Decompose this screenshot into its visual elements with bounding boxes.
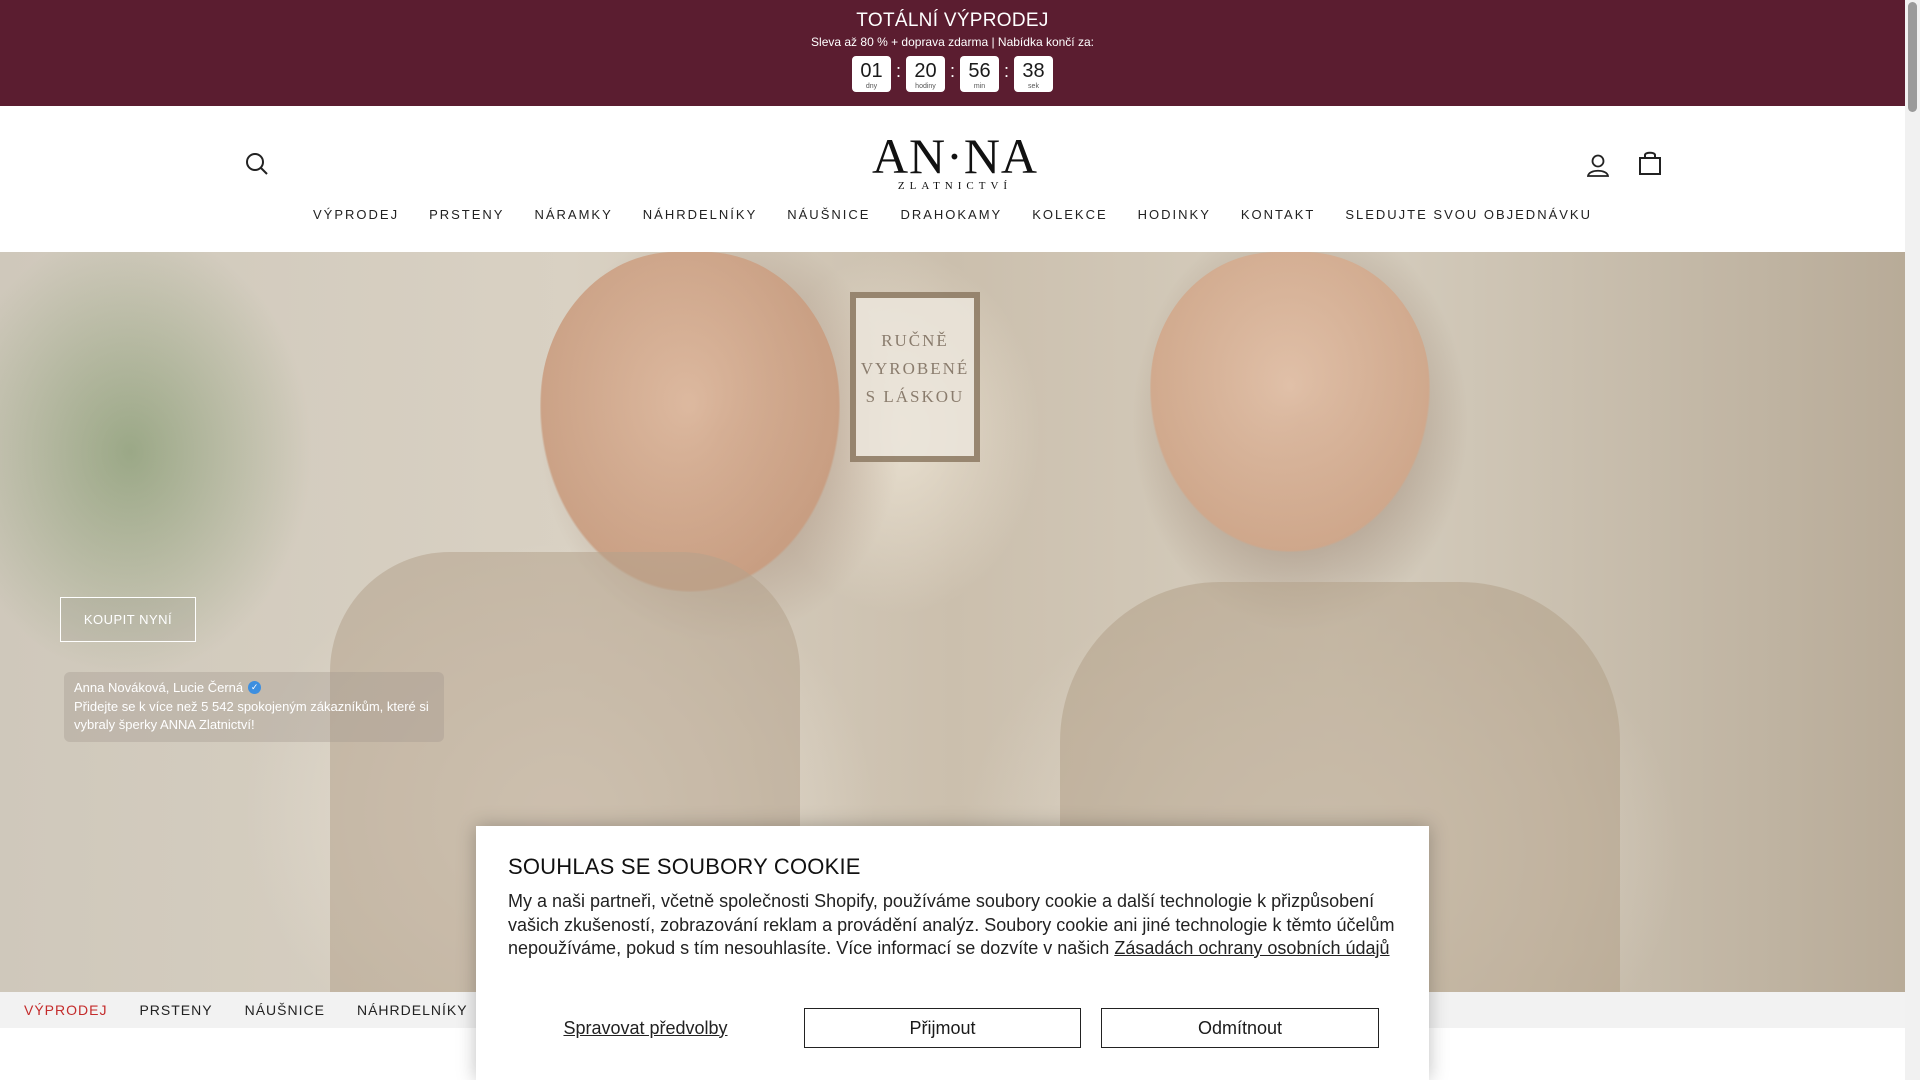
nav-item-kontakt[interactable]: KONTAKT	[1226, 207, 1330, 222]
user-icon	[1586, 154, 1610, 177]
announcement-bar: TOTÁLNÍ VÝPRODEJ Sleva až 80 % + doprava…	[0, 0, 1905, 106]
countdown-separator: :	[1003, 61, 1009, 81]
logo-wordmark: AN·NA	[871, 128, 1039, 184]
countdown-hours: 20 hodiny	[906, 56, 945, 92]
social-proof-card: Anna Nováková, Lucie Černá ✓ Přidejte se…	[64, 672, 444, 742]
category-item-nausnice[interactable]: NÁUŠNICE	[229, 1002, 341, 1018]
cookie-body: My a naši partneři, včetně společnosti S…	[508, 890, 1397, 961]
announcement-title: TOTÁLNÍ VÝPRODEJ	[856, 10, 1049, 31]
social-proof-names: Anna Nováková, Lucie Černá	[74, 680, 244, 695]
hero-photo-person-left	[540, 252, 840, 592]
countdown-days: 01 dny	[852, 56, 891, 92]
site-header: AN·NA ZLATNICTVÍ VÝPRODEJ PRSTENY NÁRAMK…	[0, 106, 1905, 252]
countdown-separator: :	[895, 61, 901, 81]
countdown-timer: 01 dny : 20 hodiny : 56 min : 38 sek	[0, 56, 1905, 92]
social-proof-text: Přidejte se k více než 5 542 spokojeným …	[74, 699, 429, 732]
hero-frame-line-2: VYROBENÉ	[860, 359, 970, 378]
countdown-seconds-label: sek	[1028, 83, 1039, 90]
search-button[interactable]	[244, 151, 270, 177]
announcement-subtitle: Sleva až 80 % + doprava zdarma | Nabídka…	[811, 35, 1094, 49]
page-scrollbar[interactable]	[1905, 0, 1920, 1080]
nav-item-naramky[interactable]: NÁRAMKY	[519, 207, 627, 222]
countdown-minutes-label: min	[973, 83, 986, 90]
cookie-consent-dialog: SOUHLAS SE SOUBORY COOKIE My a naši part…	[476, 826, 1429, 1080]
main-navigation: VÝPRODEJ PRSTENY NÁRAMKY NÁHRDELNÍKY NÁU…	[0, 207, 1905, 222]
countdown-seconds-value: 38	[1022, 60, 1045, 82]
decline-cookies-button[interactable]: Odmítnout	[1101, 1008, 1379, 1048]
shopping-bag-icon	[1639, 151, 1661, 175]
cart-button[interactable]	[1638, 150, 1662, 176]
scrollbar-thumb[interactable]	[1908, 2, 1917, 112]
nav-item-order-tracking[interactable]: SLEDUJTE SVOU OBJEDNÁVKU	[1330, 207, 1607, 222]
cookie-title: SOUHLAS SE SOUBORY COOKIE	[508, 854, 861, 879]
countdown-minutes: 56 min	[960, 56, 999, 92]
store-logo[interactable]: AN·NA ZLATNICTVÍ	[860, 130, 1050, 192]
nav-item-nausnice[interactable]: NÁUŠNICE	[772, 207, 885, 222]
countdown-hours-value: 20	[914, 60, 937, 82]
hero-photo-person-right	[1150, 252, 1430, 552]
nav-item-drahokamy[interactable]: DRAHOKAMY	[885, 207, 1017, 222]
category-item-prsteny[interactable]: PRSTENY	[123, 1002, 228, 1018]
nav-item-nahrdelniky[interactable]: NÁHRDELNÍKY	[628, 207, 772, 222]
nav-item-kolekce[interactable]: KOLEKCE	[1017, 207, 1122, 222]
countdown-minutes-value: 56	[968, 60, 991, 82]
shop-now-button[interactable]: KOUPIT NYNÍ	[60, 597, 196, 642]
category-item-vyprodej[interactable]: VÝPRODEJ	[8, 1002, 123, 1018]
countdown-seconds: 38 sek	[1014, 56, 1053, 92]
countdown-hours-label: hodiny	[915, 83, 936, 90]
manage-preferences-link[interactable]: Spravovat předvolby	[508, 1008, 783, 1048]
privacy-policy-link[interactable]: Zásadách ochrany osobních údajů	[1114, 938, 1389, 958]
social-proof-names-row: Anna Nováková, Lucie Černá ✓	[74, 680, 434, 695]
accept-cookies-button[interactable]: Přijmout	[804, 1008, 1081, 1048]
countdown-days-value: 01	[860, 60, 883, 82]
countdown-separator: :	[949, 61, 955, 81]
category-item-nahrdelniky[interactable]: NÁHRDELNÍKY	[341, 1002, 484, 1018]
hero-frame-line-1: RUČNĚ	[881, 331, 949, 350]
cookie-actions: Spravovat předvolby Přijmout Odmítnout	[508, 1008, 1397, 1048]
countdown-days-label: dny	[865, 83, 878, 90]
search-icon	[246, 153, 268, 175]
nav-item-vyprodej[interactable]: VÝPRODEJ	[298, 207, 414, 222]
account-button[interactable]	[1585, 152, 1611, 178]
verified-badge-icon: ✓	[248, 681, 262, 694]
hero-frame-text: RUČNĚ VYROBENÉ S LÁSKOU	[856, 327, 974, 411]
nav-item-hodinky[interactable]: HODINKY	[1123, 207, 1226, 222]
nav-item-prsteny[interactable]: PRSTENY	[414, 207, 519, 222]
hero-frame-line-3: S LÁSKOU	[865, 387, 965, 406]
